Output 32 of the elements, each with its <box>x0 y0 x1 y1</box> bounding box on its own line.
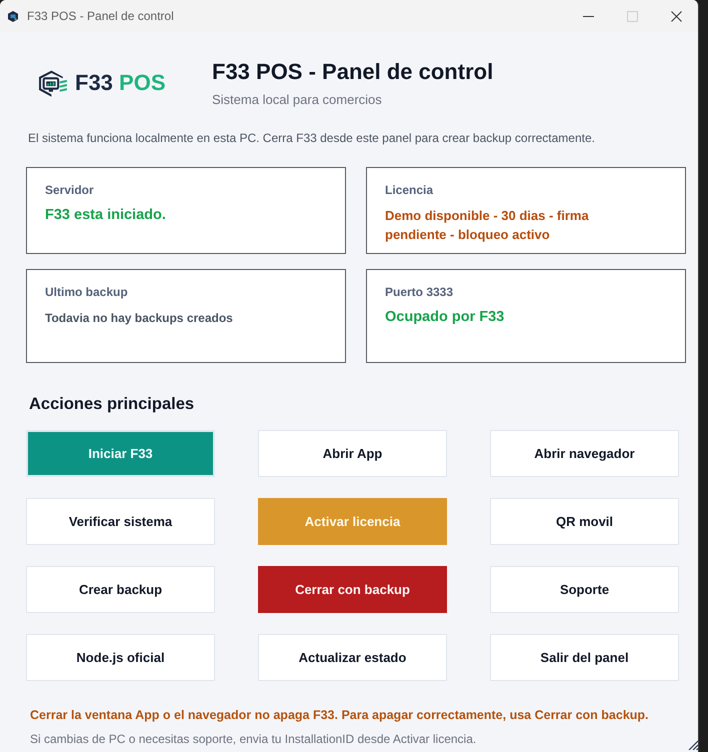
action-button[interactable]: Salir del panel <box>490 634 679 681</box>
close-icon <box>670 10 682 22</box>
page-title: F33 POS - Panel de control <box>212 58 494 86</box>
action-button[interactable]: Abrir App <box>258 430 447 477</box>
status-value: F33 esta iniciado. <box>45 206 166 224</box>
window-title: F33 POS - Panel de control <box>27 9 174 23</box>
status-value: Todavia no hay backups creados <box>45 310 233 326</box>
action-button[interactable]: Actualizar estado <box>258 634 447 681</box>
hexagon-logo-icon <box>38 68 69 98</box>
intro-text: El sistema funciona localmente en esta PC. Cerra F33 desde este panel para crear backup correctamente. <box>28 130 596 146</box>
status-label: Ultimo backup <box>45 284 128 300</box>
action-button[interactable]: Crear backup <box>26 566 215 613</box>
status-label: Licencia <box>385 182 434 198</box>
section-heading: Acciones principales <box>29 394 196 415</box>
warning-text: Cerrar la ventana App o el navegador no apaga F33. Para apagar correctamente, usa Cerrar con backup. <box>30 707 650 723</box>
status-value: Demo disponible - 30 dias - firma pendiente - bloqueo activo <box>385 207 590 244</box>
action-button[interactable]: QR movil <box>490 498 679 545</box>
status-label: Servidor <box>45 182 94 198</box>
action-button[interactable]: Cerrar con backup <box>258 566 447 613</box>
app-icon <box>8 10 18 22</box>
resize-grip-icon[interactable] <box>688 740 698 750</box>
action-button[interactable]: Iniciar F33 <box>26 430 215 477</box>
action-button[interactable]: Verificar sistema <box>26 498 215 545</box>
status-value: Ocupado por F33 <box>385 308 504 326</box>
logo-text: F33 POS <box>75 70 166 96</box>
action-button[interactable]: Node.js oficial <box>26 634 215 681</box>
action-button[interactable]: Soporte <box>490 566 679 613</box>
help-text: Si cambias de PC o necesitas soporte, envia tu InstallationID desde Activar licencia. <box>30 731 478 747</box>
page-subtitle: Sistema local para comercios <box>212 92 383 108</box>
maximize-icon <box>626 10 638 22</box>
status-label: Puerto 3333 <box>385 284 454 300</box>
action-button[interactable]: Abrir navegador <box>490 430 679 477</box>
